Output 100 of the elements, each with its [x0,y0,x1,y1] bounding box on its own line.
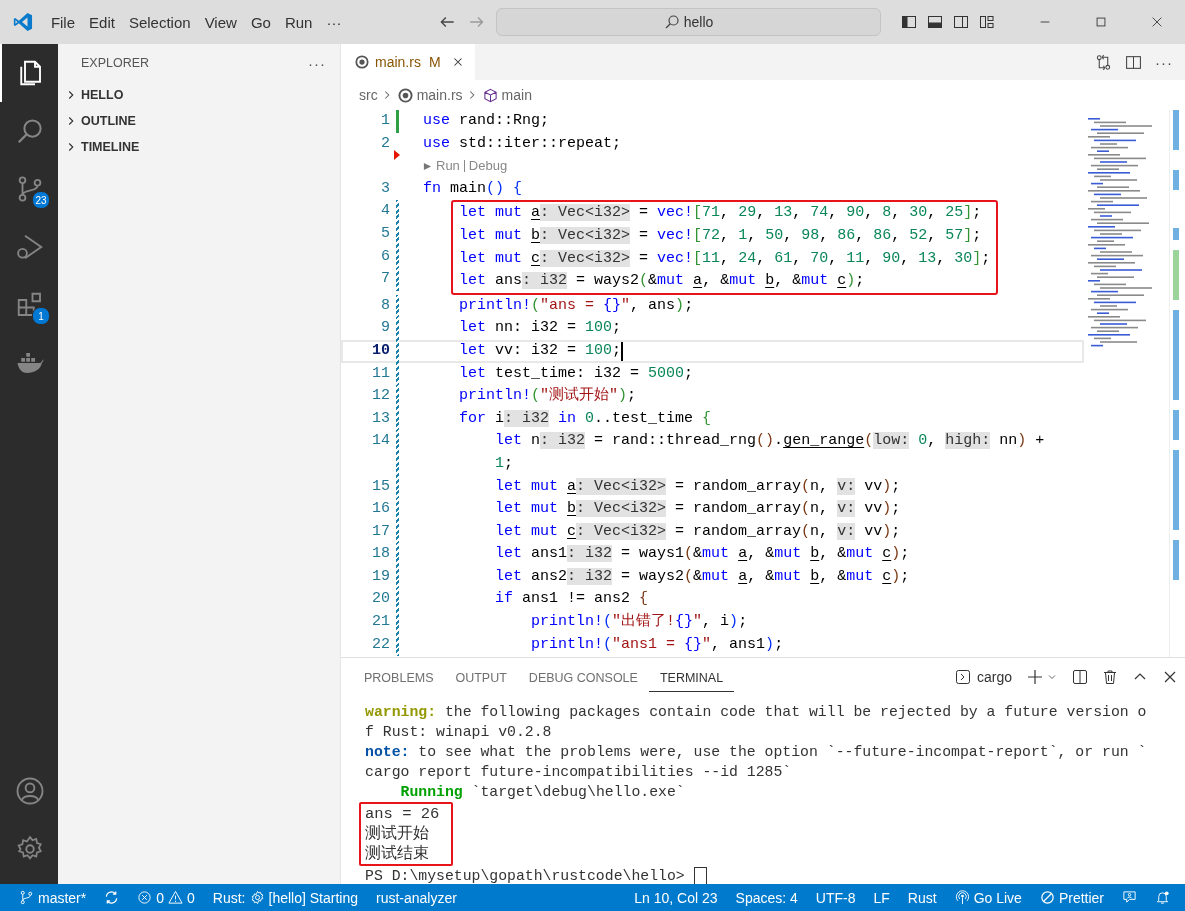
breadcrumb-item[interactable]: src [359,87,378,103]
layout-icon[interactable] [979,14,995,30]
codelens-link[interactable]: Debug [468,155,508,178]
code-line: println!("出错了!{}", i); [530,611,748,633]
warning-icon [168,890,184,905]
line-number: 11 [371,363,390,384]
rust-file-icon [355,55,369,69]
branch-icon [19,890,34,905]
terminal-line: f Rust: winapi v0.2.8 [365,723,553,742]
line-number: 20 [371,589,390,610]
panel-tab[interactable]: DEBUG CONSOLE [517,662,649,692]
terminal-icon [954,669,971,685]
code-line: let mut c: Vec<i32> = vec![11, 24, 61, 70, 11, 90, 13, 30]; [459,248,991,269]
codelens-link[interactable]: Run [436,155,460,178]
account-icon[interactable] [15,776,45,806]
menu-item[interactable]: Go [243,13,278,31]
code-line: let n: i32 = rand::thread_rng().gen_range(low: 0, high: nn) + [494,431,1045,452]
bell-icon [1155,890,1170,905]
breadcrumb-item[interactable]: main.rs [416,87,463,103]
code-line: use std::iter::repeat; [423,133,622,154]
prohibited-icon [1039,890,1055,905]
status-item[interactable]: Spaces: 4 [726,884,807,911]
count-badge: 1 [32,307,50,325]
menu-item[interactable]: Run [277,13,320,31]
more-actions-button[interactable]: ··· [1155,53,1172,71]
terminal-line: 测试开始 [365,824,430,844]
status-item[interactable]: Ln 10, Col 23 [625,884,727,911]
menu-item[interactable]: View [197,13,244,31]
trash-icon[interactable] [1102,669,1118,685]
split-terminal-icon[interactable] [1072,669,1088,685]
status-item[interactable]: Prettier [1030,884,1113,911]
code-line: use rand::Rng; [423,111,550,131]
line-number: 7 [380,269,390,290]
code-line: 1; [494,453,514,474]
panel-toggle-icon[interactable] [927,14,943,30]
sync-icon [104,890,120,905]
code-line: let ans1: i32 = ways1(&mut a, &mut b, &mut c); [494,544,910,565]
more-actions-button[interactable]: ··· [308,54,326,72]
code-line: let mut b: Vec<i32> = random_array(n, v: vv); [494,499,901,520]
line-number: 15 [371,476,390,497]
section-header[interactable]: TIMELINE [58,134,340,160]
search-icon [663,14,680,30]
feedback-icon [1122,890,1137,905]
section-header[interactable]: OUTLINE [58,108,340,134]
code-line: let ans2: i32 = ways2(&mut a, &mut b, &mut c); [494,566,910,587]
line-number: 8 [380,295,390,316]
menu-item[interactable]: File [43,13,83,31]
line-number: 5 [380,223,390,244]
error-icon [137,890,153,905]
terminal-prompt: PS D:\mysetup\gopath\rustcode\hello> [365,867,685,886]
code-line: println!("ans = {}", ans); [458,295,694,316]
status-item[interactable]: LF [864,884,899,911]
line-number: 9 [380,318,390,339]
code-line: fn main() { [423,178,523,199]
panel-tab[interactable]: TERMINAL [648,662,735,692]
split-editor-icon[interactable] [1125,53,1142,71]
status-item[interactable]: Rust [898,884,946,911]
panel-tab[interactable]: PROBLEMS [353,662,445,692]
status-item[interactable]: Rust: [hello] Starting [203,884,367,911]
activity-button[interactable]: 1 [0,276,58,334]
breadcrumb-item[interactable]: main [501,87,532,103]
plus-icon[interactable] [1027,669,1043,685]
count-badge: 23 [32,191,50,209]
more-menu[interactable]: ··· [319,13,349,31]
line-number: 18 [371,544,390,565]
line-number: 2 [380,133,390,154]
status-item[interactable]: 0 0 [128,884,204,911]
code-line: println!("测试开始"); [458,385,637,407]
code-line: let nn: i32 = 100; [458,318,622,339]
editor-tab[interactable]: main.rs M [341,44,475,80]
close-icon[interactable] [1162,669,1178,685]
section-header[interactable]: HELLO [58,82,340,108]
status-item[interactable]: rust-analyzer [367,884,466,911]
line-number: 21 [371,612,390,633]
line-number: 6 [380,246,390,267]
menu-item[interactable]: Edit [82,13,122,31]
play-icon [423,162,432,171]
sidebar-toggle-icon[interactable] [901,14,917,30]
run-debug-icon [15,232,45,262]
compare-changes-icon[interactable] [1095,53,1112,71]
activity-button[interactable]: 23 [0,160,58,218]
status-item[interactable]: master* [10,884,96,911]
code-line: for i: i32 in 0..test_time { [458,408,712,429]
line-number: 14 [371,431,390,452]
line-number: 10 [371,340,390,361]
terminal-selector[interactable]: cargo [954,669,1012,685]
code-line: let mut c: Vec<i32> = random_array(n, v: vv); [494,521,901,542]
panel-tab[interactable]: OUTPUT [444,662,518,692]
command-center[interactable]: hello [496,8,881,36]
menu-item[interactable]: Selection [121,13,198,31]
terminal-line: 测试结束 [365,844,430,864]
status-item[interactable]: Go Live [945,884,1031,911]
code-line: let vv: i32 = 100; [458,340,622,361]
line-number: 16 [371,499,390,520]
secondary-sidebar-icon[interactable] [953,14,969,30]
line-number: 3 [380,178,390,199]
text-cursor [621,341,624,361]
gear-icon [249,890,265,905]
code-line: let ans: i32 = ways2(&mut a, &mut b, &mut c); [459,271,866,292]
status-item[interactable]: UTF-8 [806,884,865,911]
